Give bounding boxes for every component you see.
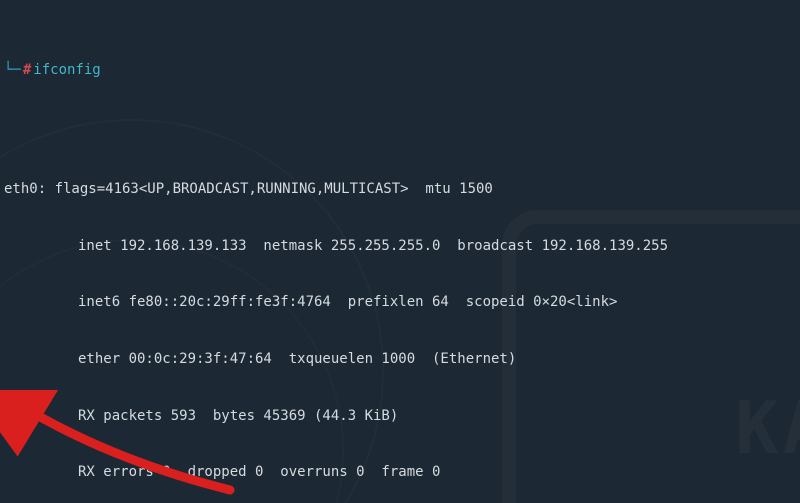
iface-line: inet6 fe80::20c:29ff:fe3f:4764 prefixlen… (4, 293, 796, 312)
command-text: ifconfig (33, 61, 100, 80)
terminal-output[interactable]: └─# ifconfig eth0: flags=4163<UP,BROADCA… (0, 0, 800, 503)
prompt-corner: └─ (4, 61, 21, 80)
prompt-hash-icon: # (21, 61, 33, 80)
iface-line: ether 00:0c:29:3f:47:64 txqueuelen 1000 … (4, 350, 796, 369)
iface-line: RX errors 0 dropped 0 overruns 0 frame 0 (4, 463, 796, 482)
iface-line: inet 192.168.139.133 netmask 255.255.255… (4, 237, 796, 256)
prompt-line: └─# ifconfig (4, 61, 796, 80)
iface-eth0: eth0: flags=4163<UP,BROADCAST,RUNNING,MU… (4, 142, 796, 503)
iface-line: RX packets 593 bytes 45369 (44.3 KiB) (4, 407, 796, 426)
iface-header: eth0: flags=4163<UP,BROADCAST,RUNNING,MU… (4, 180, 796, 199)
